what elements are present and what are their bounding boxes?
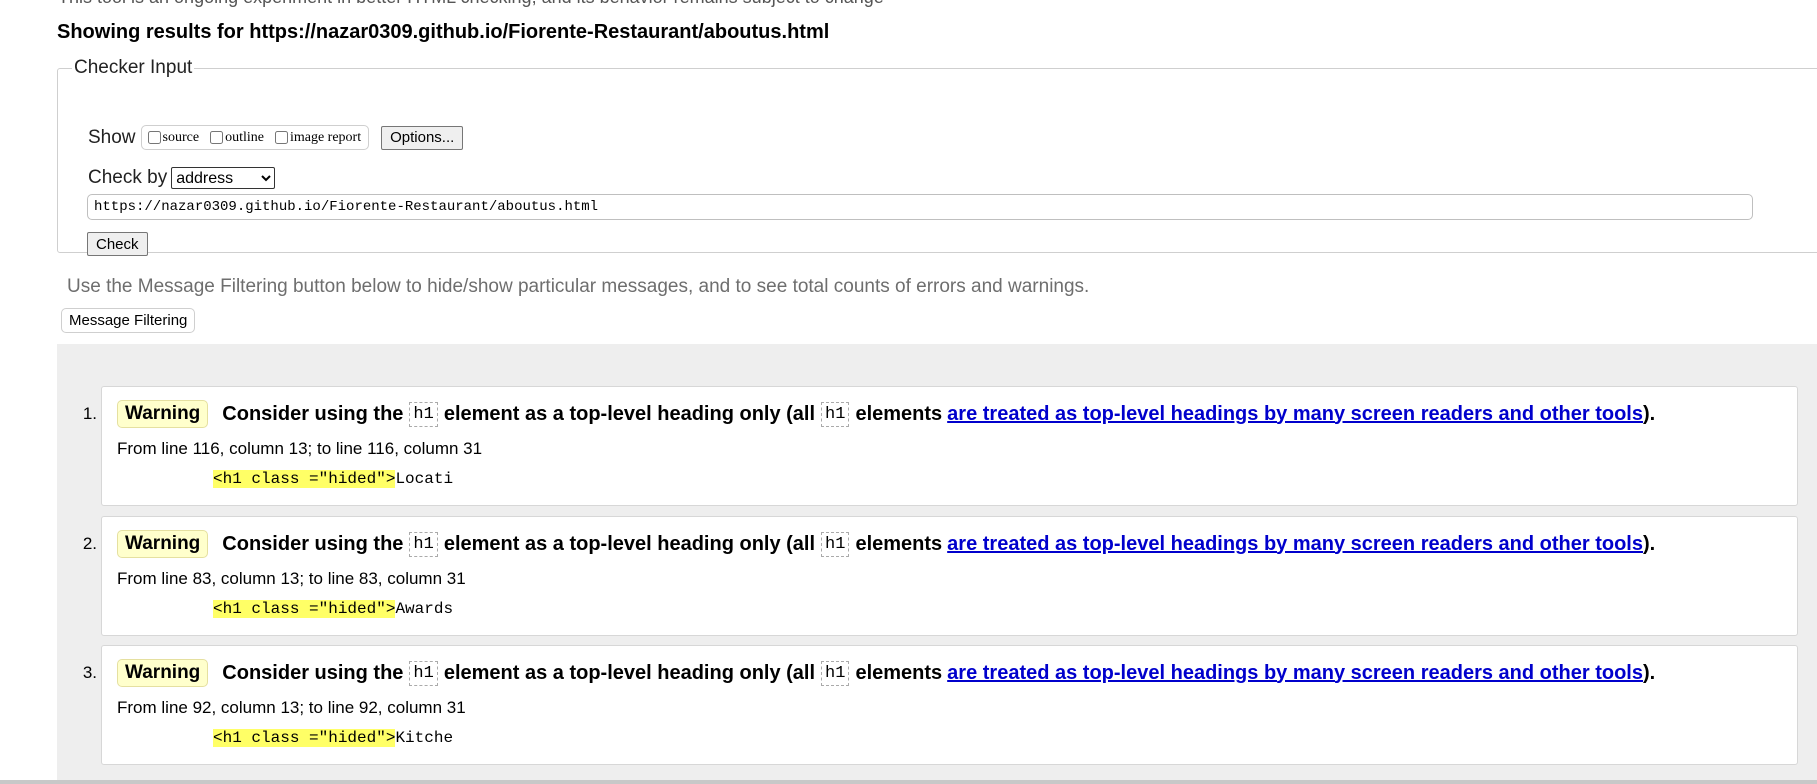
show-image-report-checkbox[interactable] bbox=[274, 131, 288, 144]
options-button[interactable]: Options... bbox=[381, 125, 464, 150]
extract-rest: Kitche bbox=[395, 729, 454, 747]
checker-input-fieldset: Checker Input Show source outline image … bbox=[57, 57, 1817, 256]
message-help-link[interactable]: are treated as top-level headings by man… bbox=[947, 533, 1643, 556]
message-help-link[interactable]: are treated as top-level headings by man… bbox=[947, 403, 1643, 426]
message-code-tag: h1 bbox=[821, 531, 850, 557]
intro-text: This tool is an ongoing experiment in be… bbox=[58, 0, 884, 8]
show-options-group: source outline image report bbox=[140, 125, 370, 150]
show-outline-checkbox[interactable] bbox=[210, 131, 224, 144]
message-location: From line 116, column 13; to line 116, c… bbox=[117, 439, 483, 458]
show-source-option[interactable]: source bbox=[146, 129, 200, 146]
message-code-tag: h1 bbox=[821, 401, 850, 427]
extract-highlight: <h1 class ="hided"> bbox=[213, 729, 396, 747]
message-text-end: ). bbox=[1642, 532, 1656, 555]
message-text-after: elements bbox=[855, 532, 943, 555]
url-input[interactable] bbox=[87, 194, 1753, 220]
check-by-label: Check by bbox=[88, 167, 168, 188]
check-by-row: Check by address bbox=[88, 167, 276, 189]
message-text-before: Consider using the bbox=[222, 402, 404, 425]
show-row: Show source outline image report Options… bbox=[88, 125, 464, 150]
message-summary: Warning Consider using the h1 element as… bbox=[117, 400, 1655, 428]
bottom-scroll-edge bbox=[0, 780, 1817, 784]
show-source-label: source bbox=[162, 129, 200, 145]
message-extract: <h1 class ="hided">Awards bbox=[213, 600, 453, 618]
show-source-checkbox[interactable] bbox=[147, 131, 161, 144]
message-filtering-hint: Use the Message Filtering button below t… bbox=[67, 276, 1090, 297]
checker-input-legend: Checker Input bbox=[74, 57, 193, 78]
message-text-after: elements bbox=[855, 402, 943, 425]
message-text-before: Consider using the bbox=[222, 532, 404, 555]
message-location: From line 83, column 13; to line 83, col… bbox=[117, 569, 466, 588]
message-code-tag: h1 bbox=[409, 531, 438, 557]
extract-highlight: <h1 class ="hided"> bbox=[213, 600, 396, 618]
message-summary: Warning Consider using the h1 element as… bbox=[117, 530, 1655, 558]
message-summary: Warning Consider using the h1 element as… bbox=[117, 659, 1655, 687]
message-number: 1. bbox=[82, 404, 97, 423]
message-code-tag: h1 bbox=[409, 660, 438, 686]
show-outline-option[interactable]: outline bbox=[208, 130, 264, 146]
message-location: From line 92, column 13; to line 92, col… bbox=[117, 698, 466, 717]
warning-badge: Warning bbox=[117, 400, 209, 428]
message-extract: <h1 class ="hided">Kitche bbox=[213, 729, 453, 747]
warning-badge: Warning bbox=[117, 659, 209, 687]
message-item: 2. Warning Consider using the h1 element… bbox=[83, 516, 1798, 636]
show-image-report-option[interactable]: image report bbox=[273, 130, 361, 146]
message-text-end: ). bbox=[1642, 402, 1656, 425]
results-heading: Showing results for https://nazar0309.gi… bbox=[57, 21, 830, 43]
show-image-report-label: image report bbox=[289, 129, 362, 145]
message-text-before: Consider using the bbox=[222, 661, 404, 684]
message-code-tag: h1 bbox=[409, 401, 438, 427]
message-help-link[interactable]: are treated as top-level headings by man… bbox=[947, 662, 1643, 685]
message-number: 3. bbox=[82, 663, 97, 682]
message-text-middle: element as a top-level heading only (all bbox=[443, 661, 816, 684]
extract-rest: Locati bbox=[395, 470, 454, 488]
message-item: 3. Warning Consider using the h1 element… bbox=[83, 645, 1798, 765]
message-number: 2. bbox=[82, 534, 97, 553]
message-code-tag: h1 bbox=[821, 660, 850, 686]
check-by-select[interactable]: address bbox=[171, 167, 276, 189]
extract-rest: Awards bbox=[395, 600, 454, 618]
message-text-after: elements bbox=[855, 661, 943, 684]
message-item: 1. Warning Consider using the h1 element… bbox=[83, 386, 1798, 506]
message-filtering-button[interactable]: Message Filtering bbox=[61, 308, 196, 333]
message-extract: <h1 class ="hided">Locati bbox=[213, 470, 453, 488]
message-text-middle: element as a top-level heading only (all bbox=[443, 532, 816, 555]
extract-highlight: <h1 class ="hided"> bbox=[213, 470, 396, 488]
show-label: Show bbox=[88, 126, 136, 148]
warning-badge: Warning bbox=[117, 530, 209, 558]
message-text-middle: element as a top-level heading only (all bbox=[443, 402, 816, 425]
message-text-end: ). bbox=[1642, 661, 1656, 684]
check-button[interactable]: Check bbox=[87, 232, 148, 256]
show-outline-label: outline bbox=[225, 129, 264, 145]
